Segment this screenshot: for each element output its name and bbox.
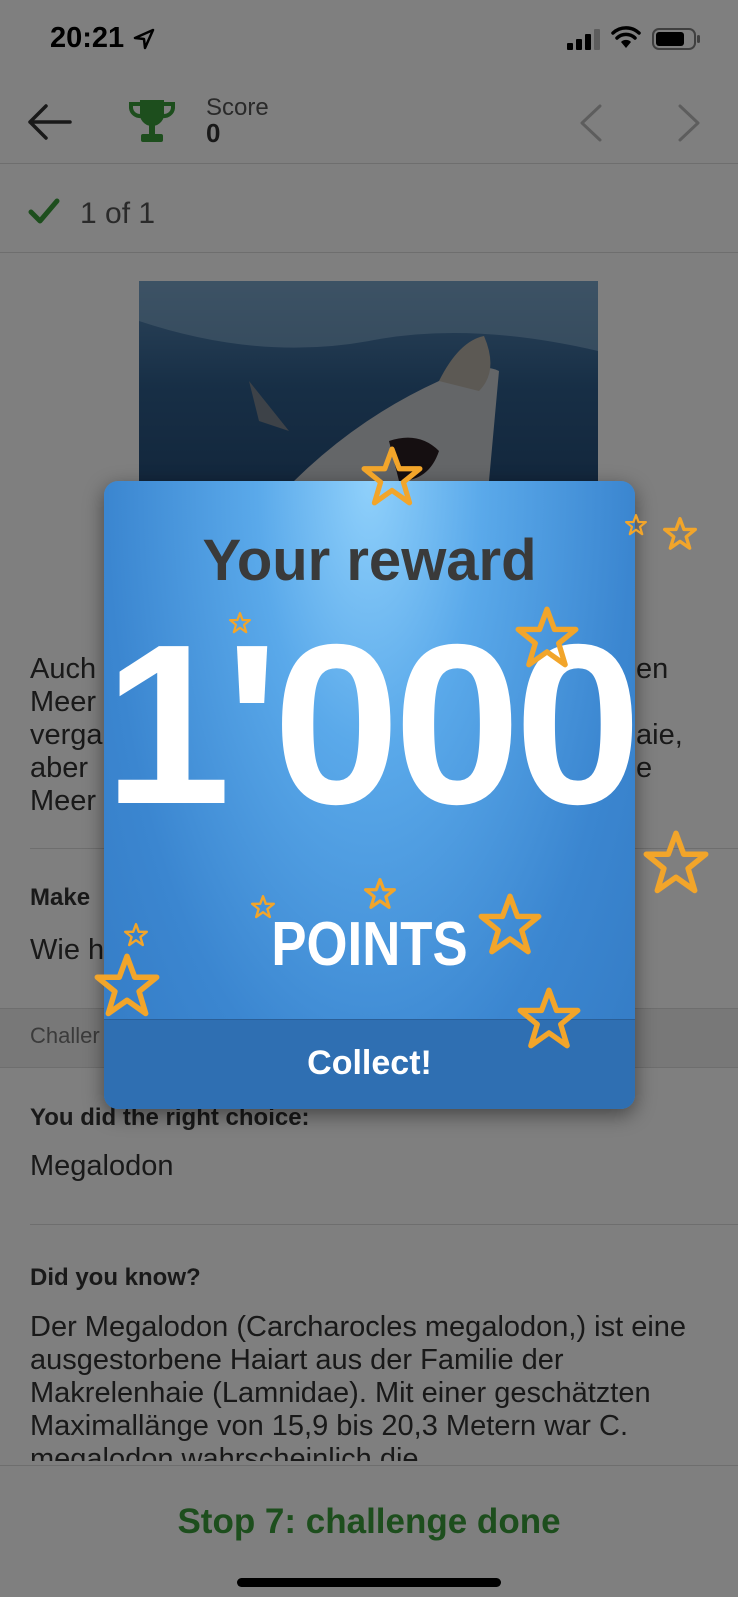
star-icon xyxy=(229,612,251,634)
star-icon xyxy=(517,987,581,1049)
star-icon xyxy=(364,878,396,909)
star-icon xyxy=(251,895,275,919)
star-icon xyxy=(124,923,148,947)
star-icon xyxy=(478,893,542,955)
star-icon xyxy=(361,446,423,506)
star-icon xyxy=(515,606,579,668)
star-icon xyxy=(94,953,160,1017)
star-icon xyxy=(643,830,709,894)
star-icon xyxy=(663,517,697,550)
star-icon xyxy=(625,514,647,536)
reward-title: Your reward xyxy=(202,528,537,593)
